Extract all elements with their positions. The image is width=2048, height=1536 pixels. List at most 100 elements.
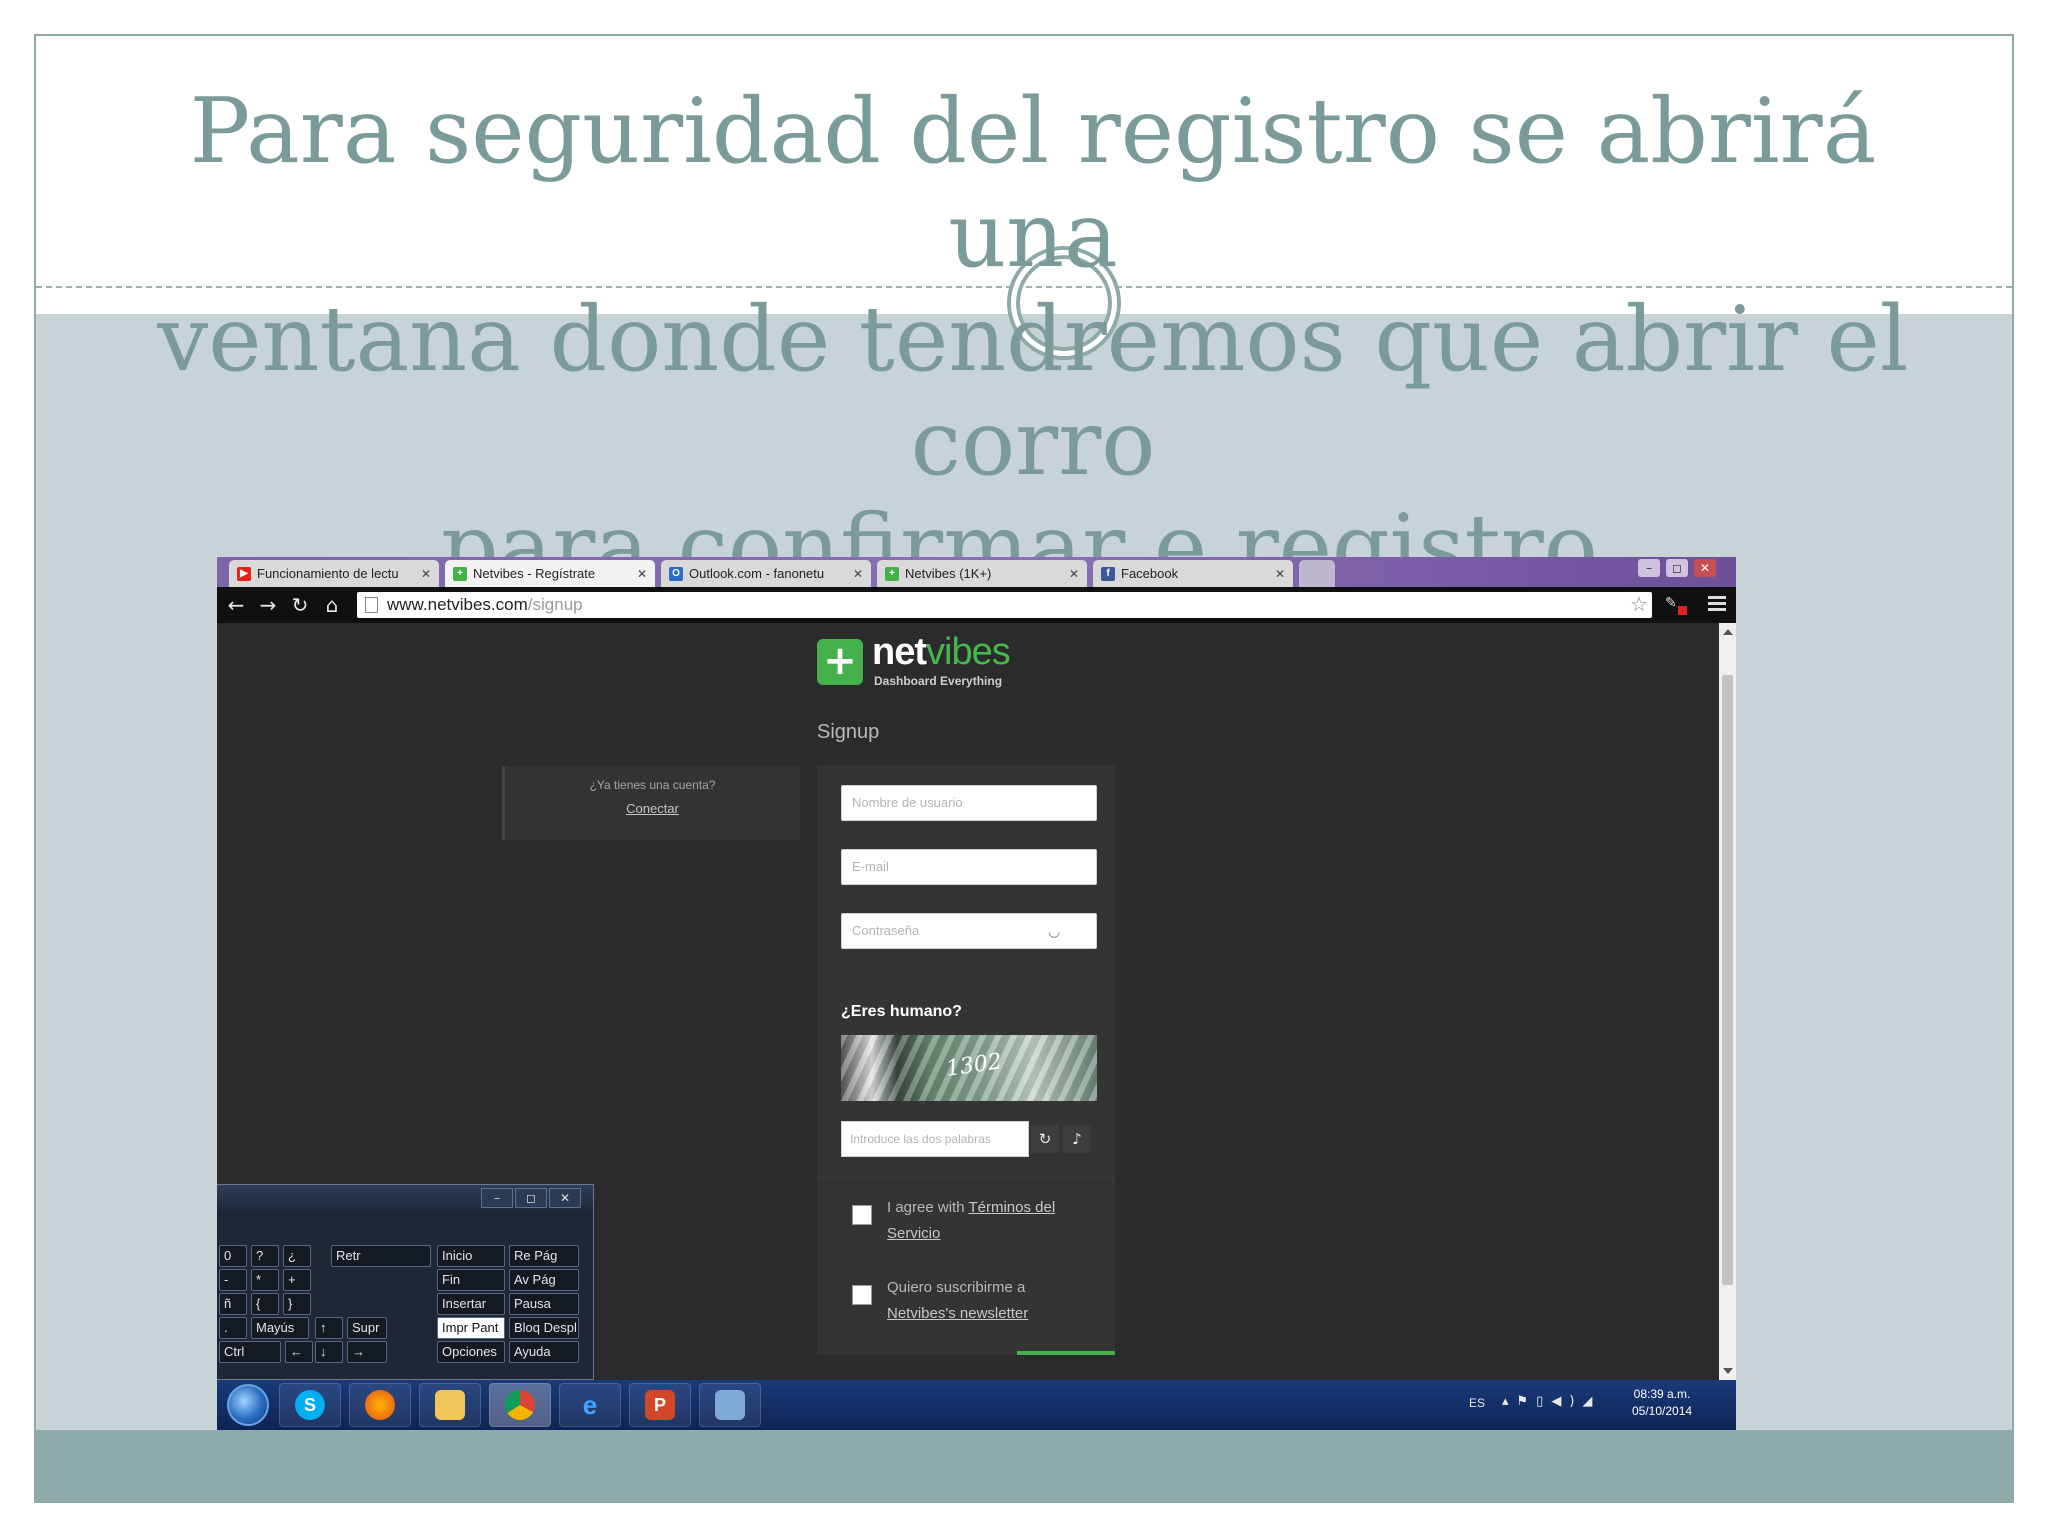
browser-tab-strip: ▶ Funcionamiento de lectu ✕ + Netvibes -… [217,557,1736,587]
tab-outlook[interactable]: O Outlook.com - fanonetu ✕ [661,560,871,587]
keyboard-key[interactable]: ↑ [315,1317,343,1339]
tab-youtube[interactable]: ▶ Funcionamiento de lectu ✕ [229,560,439,587]
tab-facebook[interactable]: f Facebook ✕ [1093,560,1293,587]
terms-checkbox[interactable] [852,1205,872,1225]
slide-title: Para seguridad del registro se abrirá un… [120,80,1946,600]
file-explorer-icon [435,1390,465,1420]
keyboard-key[interactable]: } [283,1293,311,1315]
keyboard-key[interactable]: ñ [219,1293,247,1315]
terms-prefix: I agree with [887,1199,969,1216]
show-password-eye-icon[interactable]: ◡ [1048,924,1070,938]
close-tab-icon[interactable]: ✕ [1069,567,1079,581]
maximize-icon[interactable]: ◻ [1666,559,1688,577]
keyboard-key[interactable]: { [251,1293,279,1315]
home-icon[interactable]: ⌂ [321,594,343,616]
slide-footer-band [36,1430,2012,1501]
keyboard-key[interactable]: . [219,1317,247,1339]
taskbar-powerpoint[interactable]: P [629,1383,691,1427]
login-link[interactable]: Conectar [505,801,800,816]
keyboard-key[interactable]: Retr [331,1245,431,1267]
browser-toolbar: ← → ↻ ⌂ www.netvibes.com/signup ☆ ✎ [217,587,1736,623]
maximize-icon[interactable]: ◻ [515,1188,547,1208]
keyboard-key[interactable]: Bloq Despl [509,1317,579,1339]
windows-taskbar: S e P ES ▴⚑▯◀)◢ 08:39 a.m. 05/10/2014 [217,1380,1736,1430]
page-scrollbar[interactable] [1719,623,1736,1380]
newsletter-prefix: Quiero suscribirme a [887,1279,1026,1296]
keyboard-key[interactable]: - [219,1269,247,1291]
keyboard-key[interactable]: ¿ [283,1245,311,1267]
taskbar-firefox[interactable] [349,1383,411,1427]
language-indicator[interactable]: ES [1469,1396,1485,1410]
bookmark-star-icon[interactable]: ☆ [1627,592,1651,616]
page-icon [365,597,378,613]
keyboard-key[interactable]: Mayús [251,1317,309,1339]
newsletter-checkbox[interactable] [852,1285,872,1305]
keyboard-key[interactable]: Insertar [437,1293,505,1315]
tab-label: Netvibes (1K+) [905,566,992,581]
new-tab-button[interactable] [1299,560,1335,587]
keyboard-key[interactable]: Opciones [437,1341,505,1363]
system-tray-icons[interactable]: ▴⚑▯◀)◢ [1502,1394,1600,1409]
netvibes-tagline: Dashboard Everything [874,674,1003,688]
back-arrow-icon[interactable]: ← [225,594,247,616]
keyboard-key[interactable]: ← [285,1341,313,1363]
firefox-icon [365,1390,395,1420]
keyboard-key[interactable]: Re Pág [509,1245,579,1267]
keyboard-key[interactable]: 0 [219,1245,247,1267]
account-question: ¿Ya tienes una cuenta? [589,778,716,792]
keyboard-key[interactable]: → [347,1341,387,1363]
refresh-captcha-icon[interactable]: ↻ [1031,1125,1059,1153]
minimize-icon[interactable]: – [1638,559,1660,577]
slide-title-line-2: ventana donde tendremos que abrir el cor… [157,287,1909,496]
extension-icon[interactable]: ✎ [1665,595,1687,615]
keyboard-key[interactable]: Ayuda [509,1341,579,1363]
clock-time: 08:39 a.m. [1633,1387,1691,1401]
tab-label: Facebook [1121,566,1179,581]
close-window-icon[interactable]: ✕ [1694,559,1716,577]
keyboard-key[interactable]: + [283,1269,311,1291]
url-path: /signup [527,595,583,614]
keyboard-key[interactable]: * [251,1269,279,1291]
password-placeholder: Contraseña [852,923,920,938]
taskbar-network[interactable] [699,1383,761,1427]
start-button-icon[interactable] [227,1384,269,1426]
reload-icon[interactable]: ↻ [289,594,311,616]
close-tab-icon[interactable]: ✕ [637,567,647,581]
keyboard-key[interactable]: Av Pág [509,1269,579,1291]
close-tab-icon[interactable]: ✕ [1275,567,1285,581]
captcha-input[interactable]: Introduce las dos palabras [841,1121,1029,1157]
keyboard-key[interactable]: Impr Pant [437,1317,505,1339]
keyboard-key[interactable]: Inicio [437,1245,505,1267]
keyboard-key[interactable]: Fin [437,1269,505,1291]
close-tab-icon[interactable]: ✕ [853,567,863,581]
menu-icon[interactable] [1708,594,1726,614]
taskbar-ie[interactable]: e [559,1383,621,1427]
clock[interactable]: 08:39 a.m. 05/10/2014 [1632,1386,1692,1420]
keyboard-key[interactable]: ↓ [315,1341,343,1363]
username-field[interactable]: Nombre de usuario [841,785,1097,821]
scroll-down-arrow-icon[interactable] [1723,1368,1733,1374]
keyboard-key[interactable]: ? [251,1245,279,1267]
scroll-thumb[interactable] [1722,675,1733,1285]
scroll-up-arrow-icon[interactable] [1723,629,1733,635]
close-icon[interactable]: ✕ [549,1188,581,1208]
tab-netvibes-signup[interactable]: + Netvibes - Regístrate ✕ [445,560,655,587]
taskbar-chrome[interactable] [489,1383,551,1427]
audio-captcha-icon[interactable]: ♪ [1063,1125,1091,1153]
tab-netvibes[interactable]: + Netvibes (1K+) ✕ [877,560,1087,587]
close-tab-icon[interactable]: ✕ [421,567,431,581]
signup-submit-button[interactable] [1017,1351,1115,1355]
address-bar[interactable]: www.netvibes.com/signup [357,592,1652,618]
logo-vibes: vibes [926,631,1011,673]
minimize-icon[interactable]: – [481,1188,513,1208]
taskbar-explorer[interactable] [419,1383,481,1427]
newsletter-link[interactable]: Netvibes's newsletter [887,1305,1028,1322]
keyboard-key[interactable]: Ctrl [219,1341,281,1363]
forward-arrow-icon[interactable]: → [257,594,279,616]
keyboard-key[interactable]: Supr [347,1317,387,1339]
keyboard-key[interactable]: Pausa [509,1293,579,1315]
taskbar-skype[interactable]: S [279,1383,341,1427]
chrome-icon [505,1390,535,1420]
email-field[interactable]: E-mail [841,849,1097,885]
password-field[interactable]: Contraseña ◡ [841,913,1097,949]
